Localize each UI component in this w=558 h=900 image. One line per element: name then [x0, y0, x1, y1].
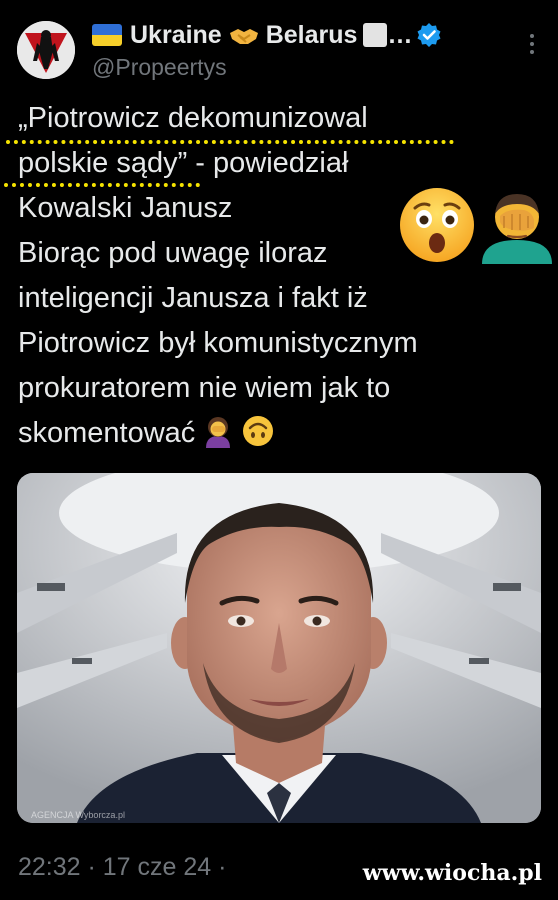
tweet-line-8: skomentować: [18, 411, 518, 456]
avatar[interactable]: [17, 21, 75, 79]
astonished-face-emoji: [398, 186, 476, 264]
tweet-line-2: polskie sądy” - powiedział: [18, 147, 349, 179]
photo-credit: AGENCJA Wyborcza.pl: [31, 810, 125, 820]
watermark: www.wiocha.pl: [362, 860, 542, 886]
display-name-row[interactable]: Ukraine Belarus …: [92, 16, 442, 54]
upside-down-face-emoji: [241, 414, 275, 448]
portrait-photo: [17, 473, 541, 823]
tweet-timestamp[interactable]: 22:32 · 17 cze 24 ·: [18, 853, 226, 882]
tweet-line-1: „Piotrowicz dekomunizowal: [18, 102, 368, 134]
tweet-text: „Piotrowicz dekomunizowal polskie sądy” …: [18, 96, 518, 456]
man-facepalming-emoji: [478, 186, 556, 264]
highlight-underline-2: [4, 183, 200, 187]
display-name-part2: Belarus: [265, 20, 358, 49]
highlight-underline-1: [6, 140, 454, 144]
more-options-icon[interactable]: [528, 34, 536, 58]
display-name-part1: Ukraine: [130, 20, 222, 49]
ukraine-flag-emoji: [92, 24, 122, 46]
tweet-card: Ukraine Belarus … @Propeertys „Piotrowic…: [0, 0, 558, 900]
verified-badge-icon: [416, 22, 442, 48]
user-handle[interactable]: @Propeertys: [92, 54, 227, 81]
avatar-image: [17, 21, 75, 79]
tweet-line-7: prokuratorem nie wiem jak to: [18, 372, 391, 404]
display-name-ellipsis: …: [387, 20, 413, 49]
white-square-emoji: [363, 23, 388, 47]
woman-facepalming-emoji: [201, 414, 235, 448]
tweet-photo[interactable]: AGENCJA Wyborcza.pl: [17, 473, 541, 823]
handshake-emoji: [228, 23, 260, 47]
tweet-line-5: inteligencji Janusza i fakt iż: [18, 282, 368, 314]
tweet-line-8-text: skomentować: [18, 417, 196, 449]
tweet-line-6: Piotrowicz był komunistycznym: [18, 327, 418, 359]
